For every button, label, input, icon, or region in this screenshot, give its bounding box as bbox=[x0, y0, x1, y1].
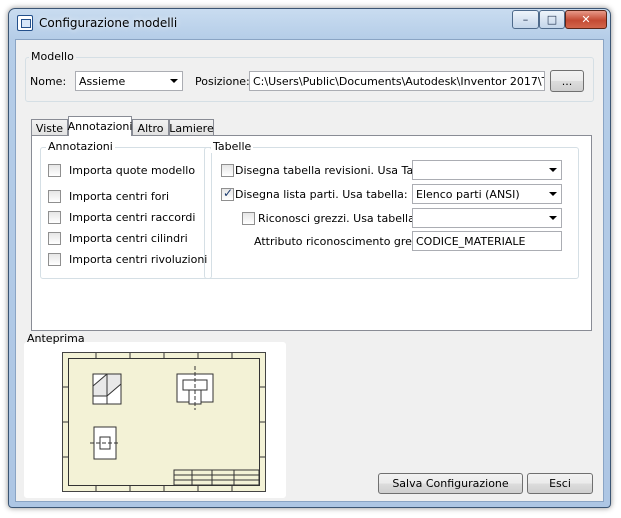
tab-panel-annotazioni: Annotazioni Importa quote modello Import… bbox=[31, 135, 592, 331]
revision-table-select[interactable] bbox=[412, 160, 562, 180]
sheet-border bbox=[62, 352, 266, 492]
raw-attribute-field[interactable]: CODICE_MATERIALE bbox=[412, 231, 562, 251]
chevron-down-icon bbox=[170, 79, 178, 83]
parts-list-select[interactable]: Elenco parti (ANSI) bbox=[412, 184, 562, 204]
import-cylinder-centers-checkbox[interactable] bbox=[48, 232, 61, 245]
raw-stock-select[interactable] bbox=[412, 208, 562, 228]
import-fillet-centers-checkbox[interactable] bbox=[48, 211, 61, 224]
drawing-view-side bbox=[90, 426, 120, 460]
import-cylinder-centers-label: Importa centri cilindri bbox=[69, 232, 188, 245]
raw-attribute-label: Attributo riconoscimento grezzi: bbox=[254, 235, 431, 248]
exit-button[interactable]: Esci bbox=[527, 473, 593, 494]
chevron-down-icon bbox=[549, 192, 557, 196]
close-button[interactable]: ✕ bbox=[565, 10, 607, 29]
browse-button[interactable]: ... bbox=[550, 70, 584, 92]
import-hole-centers-label: Importa centri fori bbox=[69, 190, 170, 203]
parts-list-value: Elenco parti (ANSI) bbox=[416, 187, 520, 201]
dialog-client-area: Modello Nome: Assieme Posizione: C:\User… bbox=[15, 39, 604, 502]
drawing-view-iso bbox=[92, 373, 122, 405]
import-revolution-centers-label: Importa centri rivoluzioni bbox=[69, 253, 208, 266]
parts-list-label: Disegna lista parti. Usa tabella: bbox=[235, 188, 408, 201]
dialog-window: Configurazione modelli – □ ✕ Modello Nom… bbox=[8, 8, 611, 508]
preview-group-label: Anteprima bbox=[27, 332, 85, 345]
save-configuration-button[interactable]: Salva Configurazione bbox=[378, 473, 523, 494]
tab-viste[interactable]: Viste bbox=[31, 119, 68, 136]
position-label: Posizione: bbox=[195, 75, 250, 88]
tab-lamiere[interactable]: Lamiere bbox=[169, 119, 214, 136]
parts-list-checkbox[interactable] bbox=[221, 186, 234, 201]
tab-annotazioni[interactable]: Annotazioni bbox=[68, 116, 132, 136]
window-title: Configurazione modelli bbox=[39, 16, 178, 30]
drawing-preview bbox=[62, 352, 266, 492]
app-icon bbox=[17, 15, 33, 31]
import-hole-centers-checkbox[interactable] bbox=[48, 190, 61, 203]
chevron-down-icon bbox=[549, 168, 557, 172]
model-group-label: Modello bbox=[29, 50, 76, 63]
tab-altro[interactable]: Altro bbox=[132, 119, 169, 136]
raw-stock-label: Riconosci grezzi. Usa tabella: bbox=[258, 212, 419, 225]
import-fillet-centers-label: Importa centri raccordi bbox=[69, 211, 196, 224]
raw-stock-checkbox[interactable] bbox=[242, 212, 255, 225]
tabelle-group-label: Tabelle bbox=[211, 140, 254, 153]
name-label: Nome: bbox=[30, 75, 67, 88]
maximize-button[interactable]: □ bbox=[539, 10, 565, 29]
chevron-down-icon bbox=[549, 216, 557, 220]
import-model-dims-label: Importa quote modello bbox=[69, 164, 196, 177]
name-select[interactable]: Assieme bbox=[75, 71, 183, 91]
import-model-dims-checkbox[interactable] bbox=[48, 164, 61, 177]
import-revolution-centers-checkbox[interactable] bbox=[48, 253, 61, 266]
position-field[interactable]: C:\Users\Public\Documents\Autodesk\Inven… bbox=[249, 71, 545, 91]
annotazioni-group-label: Annotazioni bbox=[46, 140, 115, 153]
revision-table-checkbox[interactable] bbox=[221, 164, 234, 177]
minimize-button[interactable]: – bbox=[512, 10, 539, 29]
name-select-value: Assieme bbox=[79, 74, 126, 88]
